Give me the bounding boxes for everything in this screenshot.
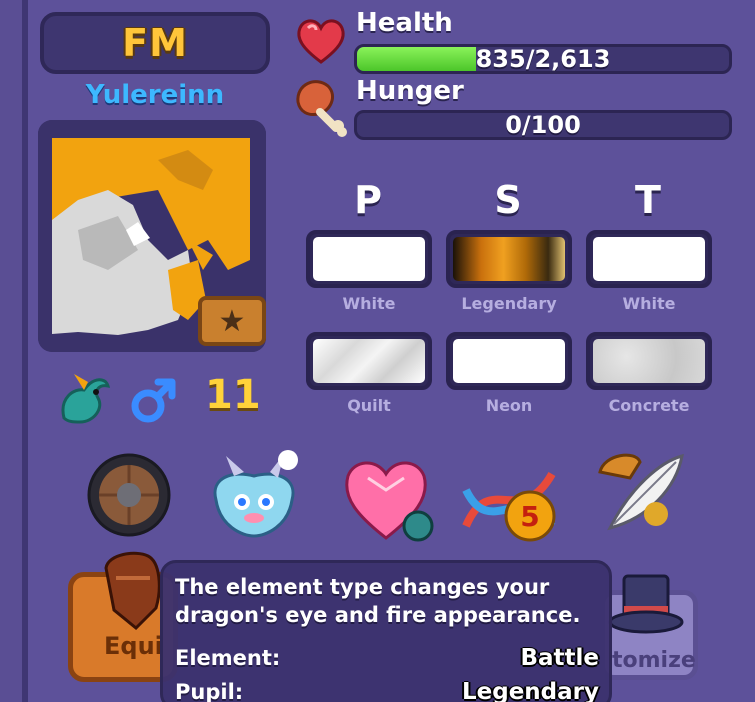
dragon-species-icon: [54, 368, 112, 430]
tooltip-row-pupil: Pupil: Legendary: [175, 677, 599, 702]
customize-label: tomize: [612, 648, 696, 673]
concrete-swatch-fill: [593, 339, 705, 383]
quilt-swatch-fill: [313, 339, 425, 383]
trait-swatch-p1[interactable]: [306, 230, 432, 288]
trait-label-s2: Neon: [485, 396, 533, 415]
trait-swatch-t1[interactable]: [586, 230, 712, 288]
top-hat-icon: [606, 570, 686, 644]
trait-label-t1: White: [622, 294, 676, 313]
trait-swatch-s1[interactable]: [446, 230, 572, 288]
swatch-fill: [453, 339, 565, 383]
tooltip-key: Pupil:: [175, 680, 244, 702]
favorite-star-button[interactable]: ★: [198, 296, 266, 346]
trait-swatch-t2[interactable]: [586, 332, 712, 390]
heart-icon: [294, 16, 348, 70]
tooltip-value: Legendary: [461, 679, 599, 702]
tooltip-key: Element:: [175, 646, 281, 670]
tooltip-value: Battle: [520, 645, 599, 671]
feather-hat-icon[interactable]: [590, 448, 684, 538]
dragon-count: 11: [205, 372, 261, 418]
health-value: 835/2,613: [475, 45, 611, 73]
health-bar: 835/2,613: [354, 44, 732, 74]
item-badge-value: 5: [520, 500, 539, 533]
column-head-t: T: [635, 178, 661, 222]
dna-5-icon[interactable]: 5: [460, 460, 556, 550]
swatch-fill: [593, 237, 705, 281]
equip-label: Equi: [104, 632, 163, 660]
tooltip: The element type changes your dragon's e…: [160, 560, 612, 702]
meat-icon: [290, 72, 350, 142]
dragon-code: FM: [122, 21, 188, 65]
health-label: Health: [356, 8, 453, 38]
column-head-s: S: [494, 178, 522, 222]
owner-name[interactable]: Yulereinn: [40, 80, 270, 110]
trait-swatch-p2[interactable]: [306, 332, 432, 390]
legendary-swatch-fill: [453, 237, 565, 281]
trait-label-p2: Quilt: [347, 396, 391, 415]
tooltip-description: The element type changes your dragon's e…: [175, 575, 581, 627]
hunger-bar: 0/100: [354, 110, 732, 140]
heart-gem-icon[interactable]: [338, 452, 434, 542]
pet-dragon-icon[interactable]: [204, 448, 298, 538]
column-head-p: P: [354, 178, 382, 222]
male-gender-icon: [128, 372, 182, 430]
trait-label-p1: White: [342, 294, 396, 313]
swatch-fill: [313, 237, 425, 281]
hunger-value: 0/100: [505, 111, 581, 139]
trait-swatch-s2[interactable]: [446, 332, 572, 390]
trait-label-s1: Legendary: [461, 294, 557, 313]
trait-label-t2: Concrete: [608, 396, 690, 415]
shield-icon[interactable]: [86, 452, 176, 542]
tooltip-row-element: Element: Battle: [175, 643, 599, 673]
dragon-name-box: FM: [40, 12, 270, 74]
star-icon: ★: [218, 303, 246, 339]
hunger-label: Hunger: [356, 76, 464, 106]
